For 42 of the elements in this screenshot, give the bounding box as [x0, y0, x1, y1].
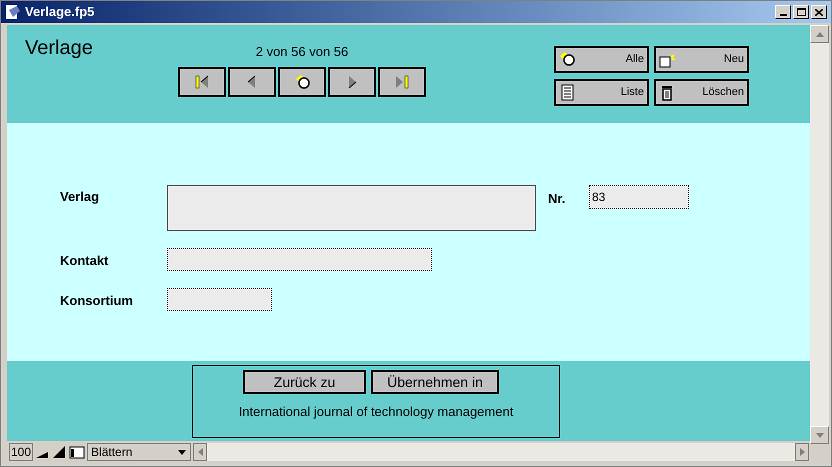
- window-title: Verlage.fp5: [25, 3, 94, 22]
- prev-record-button[interactable]: [228, 66, 276, 96]
- field-label: Konsortium: [60, 292, 133, 310]
- action-button[interactable]: Löschen: [654, 78, 749, 106]
- portal-button[interactable]: Übernehmen in: [371, 370, 499, 394]
- next-record-button[interactable]: [328, 66, 376, 96]
- record-counter: 2 von 56 von 56: [256, 43, 348, 61]
- last-record-button[interactable]: [378, 66, 426, 96]
- caret-icon: [178, 450, 186, 454]
- maximize-button[interactable]: [793, 5, 809, 19]
- search-icon: [559, 51, 576, 68]
- first-record-button[interactable]: [178, 66, 226, 96]
- action-button[interactable]: Liste: [554, 78, 649, 106]
- input-field[interactable]: 83: [589, 185, 689, 209]
- action-button[interactable]: Alle: [554, 46, 649, 73]
- mode-dropdown[interactable]: Blättern: [87, 443, 192, 461]
- scroll-left-icon[interactable]: [193, 443, 208, 461]
- field-label: Nr.: [548, 190, 566, 208]
- horizontal-scrollbar[interactable]: [193, 443, 809, 461]
- last-arrow-icon: [393, 72, 411, 90]
- new-page-icon: [659, 51, 676, 68]
- find-record-button[interactable]: [278, 66, 326, 96]
- input-field[interactable]: [167, 288, 272, 311]
- zoom-level[interactable]: 100: [9, 443, 34, 461]
- scroll-right-icon[interactable]: [795, 443, 809, 461]
- field-label: Kontakt: [60, 252, 108, 270]
- portal-button[interactable]: Zurück zu: [243, 370, 366, 394]
- input-field[interactable]: [167, 248, 432, 271]
- list-icon: [559, 84, 576, 100]
- field-label: Verlag: [60, 188, 100, 206]
- scroll-down-icon[interactable]: [810, 426, 829, 444]
- minimize-button[interactable]: [775, 5, 791, 19]
- vertical-scrollbar[interactable]: [810, 25, 829, 444]
- portal-text: International journal of technology management: [238, 403, 514, 421]
- first-arrow-icon: [193, 72, 211, 90]
- scroll-up-icon[interactable]: [810, 25, 829, 43]
- document-icon: [5, 4, 21, 20]
- input-field[interactable]: [167, 185, 536, 231]
- close-button[interactable]: [811, 5, 827, 19]
- close-icon: [815, 8, 823, 16]
- action-button[interactable]: Neu: [654, 46, 749, 73]
- layout-title: Verlage: [25, 36, 94, 61]
